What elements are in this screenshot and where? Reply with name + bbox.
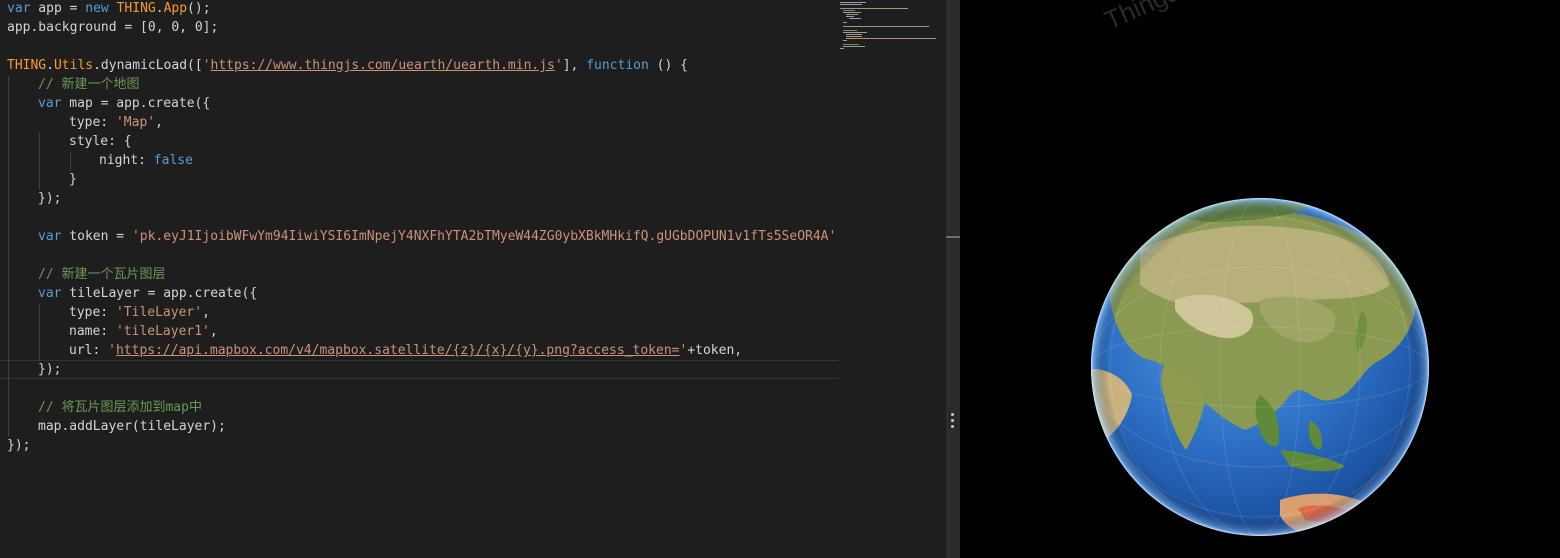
minimap-line [843,30,857,31]
code-line-8: style: { [69,134,132,149]
indent-guide [8,76,9,437]
minimap-line [843,22,847,23]
split-divider[interactable] [946,0,960,558]
code-line-20: }); [38,362,62,377]
code-line-9: night: false [99,153,193,168]
url-link[interactable]: https://www.thingjs.com/uearth/uearth.mi… [211,58,555,73]
scroll-marker [946,236,960,238]
minimap-line [840,4,862,5]
code-editor[interactable]: var app = new THING.App(); app.backgroun… [0,0,838,558]
minimap-line [846,34,862,35]
code-line-5: // 新建一个地图 [38,77,140,92]
3d-viewport[interactable]: ThingJS by Ui [960,0,1560,558]
globe-atmosphere [1091,198,1429,536]
current-line-highlight [0,360,838,379]
code-line-1: var app = new THING.App(); [7,1,211,16]
url-link[interactable]: https://api.mapbox.com/v4/mapbox.satelli… [116,343,680,358]
minimap-line [840,8,908,9]
minimap-line [846,38,936,39]
minimap-line [843,44,859,45]
code-line-15: // 新建一个瓦片图层 [38,267,166,282]
code-line-2: app.background = [0, 0, 0]; [7,20,219,35]
divider-grip-dot[interactable] [951,425,954,428]
globe[interactable] [960,0,1560,558]
code-line-22: // 将瓦片图层添加到map中 [38,400,202,415]
code-line-16: var tileLayer = app.create({ [38,286,258,301]
code-line-7: type: 'Map', [69,115,163,130]
divider-grip-dot[interactable] [951,419,954,422]
minimap-line [840,2,866,3]
minimap-line [843,10,855,11]
code-line-24: }); [7,438,31,453]
code-line-10: } [69,172,77,187]
minimap-line [843,32,867,33]
minimap-line [843,12,861,13]
minimap[interactable] [838,0,946,558]
minimap-line [843,26,929,27]
code-line-23: map.addLayer(tileLayer); [38,419,226,434]
minimap-line [843,46,865,47]
code-line-13: var token = 'pk.eyJ1IjoibWFwYm94IiwiYSI6… [38,229,837,244]
minimap-line [846,36,862,37]
indent-guide [39,304,40,361]
indent-guide [39,133,40,190]
code-line-11: }); [38,191,62,206]
indent-guide [70,152,71,171]
code-line-19: url: 'https://api.mapbox.com/v4/mapbox.s… [69,343,743,358]
minimap-line [846,14,858,15]
code-line-6: var map = app.create({ [38,96,211,111]
minimap-line [843,40,847,41]
divider-grip-dot[interactable] [951,413,954,416]
code-line-4: THING.Utils.dynamicLoad(['https://www.th… [7,58,688,73]
minimap-line [840,48,844,49]
code-line-17: type: 'TileLayer', [69,305,210,320]
code-line-18: name: 'tileLayer1', [69,324,218,339]
minimap-line [849,18,861,19]
minimap-line [846,16,854,17]
